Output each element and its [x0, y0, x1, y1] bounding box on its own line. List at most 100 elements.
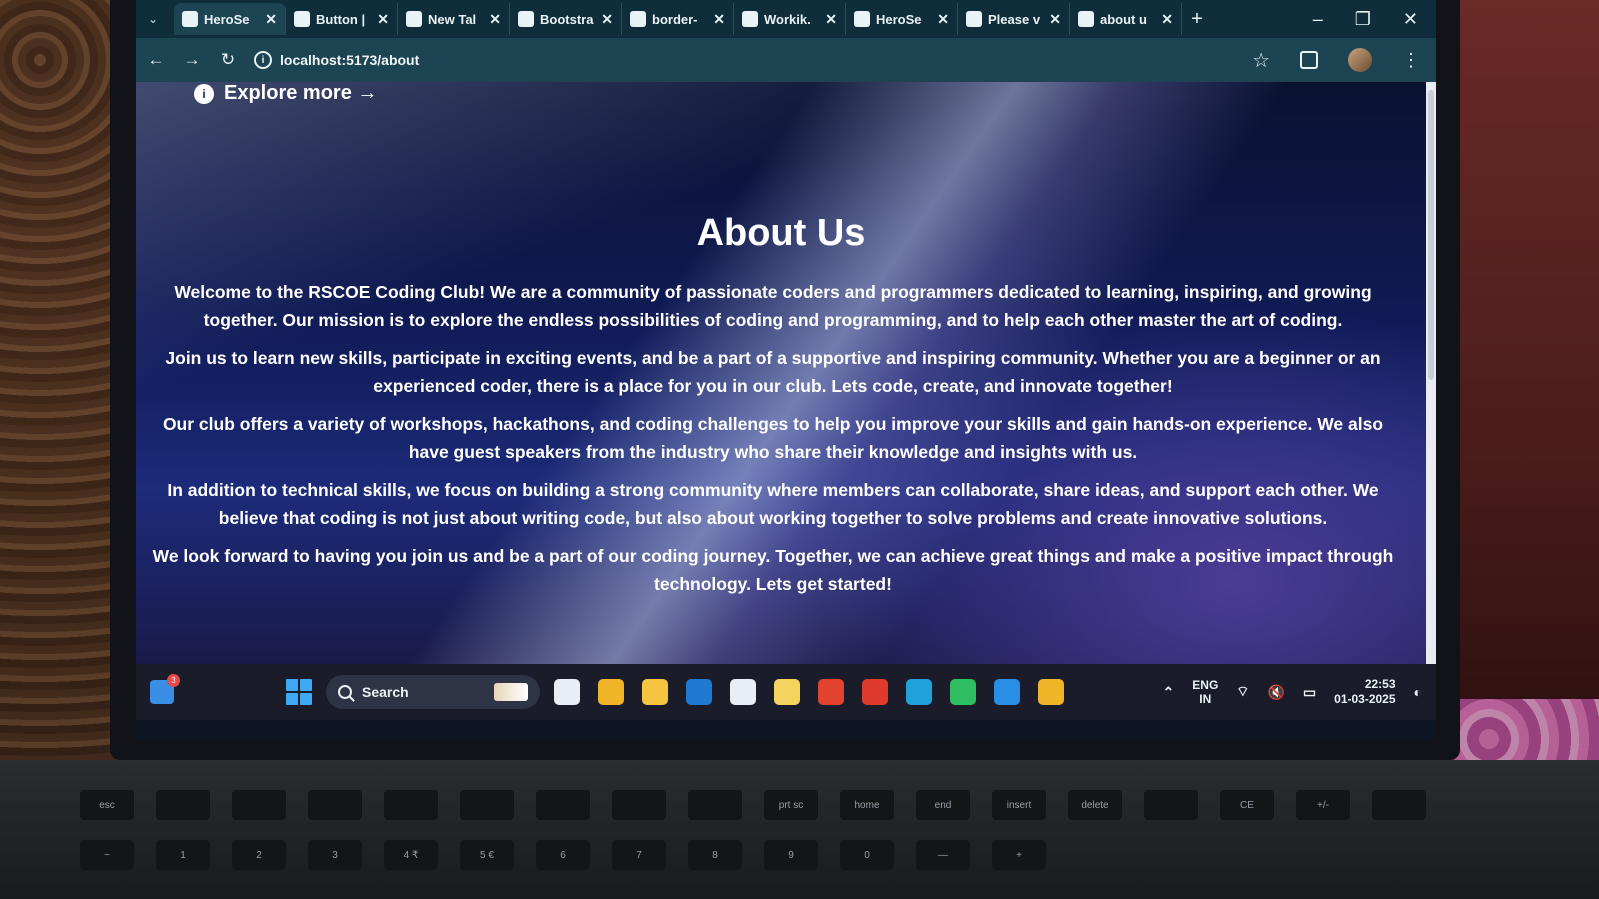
- about-paragraph: Our club offers a variety of workshops, …: [162, 414, 1384, 462]
- store-icon[interactable]: [730, 679, 756, 705]
- keyboard-key: —: [916, 840, 970, 870]
- scrollbar-thumb[interactable]: [1428, 90, 1434, 380]
- tab-close-icon[interactable]: ✕: [1049, 11, 1061, 28]
- edge-icon[interactable]: [906, 679, 932, 705]
- keyboard-key: 2: [232, 840, 286, 870]
- tab-close-icon[interactable]: ✕: [713, 11, 725, 28]
- sticky-notes-icon[interactable]: [774, 679, 800, 705]
- keyboard-key: [536, 790, 590, 820]
- vscode-icon[interactable]: [994, 679, 1020, 705]
- widgets-badge: 3: [167, 674, 180, 687]
- keyboard-key: 0: [840, 840, 894, 870]
- chatgpt-icon: [406, 11, 422, 27]
- browser-tab[interactable]: Bootstra ✕: [510, 3, 622, 35]
- mute-icon[interactable]: 🔇: [1267, 684, 1284, 701]
- browser-tab[interactable]: New Tal ✕: [398, 3, 510, 35]
- explore-more-link[interactable]: i Explore more →: [194, 82, 377, 105]
- close-window-icon[interactable]: ✕: [1403, 9, 1418, 30]
- clock-date: 01-03-2025: [1334, 692, 1396, 706]
- chrome-icon[interactable]: [598, 679, 624, 705]
- whatsapp-icon[interactable]: [950, 679, 976, 705]
- tab-close-icon[interactable]: ✕: [1161, 11, 1173, 28]
- page-viewport: i Explore more → About Us Welcome to the…: [136, 82, 1426, 664]
- bookmark-star-icon[interactable]: ☆: [1252, 48, 1270, 73]
- extensions-icon[interactable]: [1300, 51, 1318, 69]
- keyboard-key: [1144, 790, 1198, 820]
- chatgpt-icon: [1078, 11, 1094, 27]
- keyboard-key: prt sc: [764, 790, 818, 820]
- youtube-icon[interactable]: [862, 679, 888, 705]
- new-tab-button[interactable]: +: [1182, 8, 1212, 31]
- reload-icon[interactable]: ↻: [218, 50, 238, 70]
- page-scrollbar[interactable]: [1426, 82, 1436, 664]
- keyboard-key: [232, 790, 286, 820]
- keyboard-key: 7: [612, 840, 666, 870]
- browser-tab[interactable]: HeroSe ✕: [174, 3, 286, 35]
- chrome-profile-icon[interactable]: [1038, 679, 1064, 705]
- notifications-icon[interactable]: ◐: [1414, 684, 1422, 700]
- tab-title: Bootstra: [540, 11, 594, 27]
- back-icon[interactable]: ←: [146, 50, 166, 70]
- browser-tab[interactable]: HeroSe ✕: [846, 3, 958, 35]
- forward-icon[interactable]: →: [182, 50, 202, 70]
- tab-close-icon[interactable]: ✕: [377, 11, 389, 28]
- clock[interactable]: 22:53 01-03-2025: [1334, 677, 1395, 707]
- tab-close-icon[interactable]: ✕: [265, 11, 277, 28]
- keyboard-key: [384, 790, 438, 820]
- keyboard-key: ~: [80, 840, 134, 870]
- address-text[interactable]: localhost:5173/about: [280, 52, 419, 68]
- language-label: ENG: [1192, 678, 1219, 692]
- task-view-icon[interactable]: [554, 679, 580, 705]
- keyboard-key: end: [916, 790, 970, 820]
- number-key-row: ~1 2 3 4 ₹ 5 € 6 7 8 9 0 — +: [80, 840, 1520, 870]
- tab-close-icon[interactable]: ✕: [489, 11, 501, 28]
- file-explorer-icon[interactable]: [642, 679, 668, 705]
- system-tray: ⌃ ENG IN ⌔ 🔇 ▭ 22:53 01-03-2025 ◐: [1163, 677, 1422, 707]
- tab-title: Workik.: [764, 11, 811, 27]
- tab-list: HeroSe ✕ Button | ✕ New Tal ✕ Bootstra ✕ border-…: [174, 3, 1182, 35]
- toolbar-actions: ☆ ⋮: [1252, 48, 1426, 73]
- address-bar[interactable]: i localhost:5173/about: [254, 51, 419, 69]
- clock-time: 22:53: [1364, 677, 1396, 691]
- tab-close-icon[interactable]: ✕: [937, 11, 949, 28]
- restore-icon[interactable]: ❐: [1355, 9, 1371, 30]
- search-label: Search: [362, 684, 409, 700]
- tab-close-icon[interactable]: ✕: [601, 11, 613, 28]
- minimize-icon[interactable]: –: [1313, 9, 1323, 30]
- tailwind-icon: [630, 11, 646, 27]
- function-key-row: esc prt sc home end insert delete CE +/-: [80, 790, 1520, 820]
- keyboard-key: 9: [764, 840, 818, 870]
- language-indicator[interactable]: ENG IN: [1192, 678, 1218, 706]
- widgets-icon[interactable]: 3: [150, 674, 180, 704]
- profile-avatar[interactable]: [1348, 48, 1372, 72]
- browser-tab[interactable]: Please v ✕: [958, 3, 1070, 35]
- keyboard-key: 6: [536, 840, 590, 870]
- browser-tab[interactable]: about u ✕: [1070, 3, 1182, 35]
- tab-close-icon[interactable]: ✕: [825, 11, 837, 28]
- office-icon[interactable]: [818, 679, 844, 705]
- tab-search-dropdown-icon[interactable]: ⌄: [140, 6, 166, 32]
- workik-icon: [742, 11, 758, 27]
- browser-tab[interactable]: Button | ✕: [286, 3, 398, 35]
- keyboard-key: [460, 790, 514, 820]
- site-info-icon[interactable]: i: [254, 51, 272, 69]
- keyboard-key: 4 ₹: [384, 840, 438, 870]
- tab-title: Button |: [316, 11, 366, 27]
- tab-title: HeroSe: [204, 11, 250, 27]
- outlook-icon[interactable]: [686, 679, 712, 705]
- battery-icon[interactable]: ▭: [1303, 684, 1316, 701]
- browser-tabstrip: ⌄ HeroSe ✕ Button | ✕ New Tal ✕ Bootstra ✕ borde…: [136, 0, 1436, 38]
- keyboard-key: 8: [688, 840, 742, 870]
- tab-title: HeroSe: [876, 11, 922, 27]
- browser-menu-icon[interactable]: ⋮: [1402, 50, 1420, 71]
- chevron-up-icon[interactable]: ⌃: [1163, 684, 1175, 701]
- heroseo-icon: [182, 11, 198, 27]
- keyboard-key: 1: [156, 840, 210, 870]
- browser-tab[interactable]: border- ✕: [622, 3, 734, 35]
- taskbar-search[interactable]: Search: [326, 675, 540, 709]
- keyboard-key: 5 €: [460, 840, 514, 870]
- start-button[interactable]: [286, 679, 312, 705]
- browser-tab[interactable]: Workik. ✕: [734, 3, 846, 35]
- wifi-icon[interactable]: ⌔: [1236, 683, 1249, 701]
- about-paragraph: We look forward to having you join us an…: [152, 546, 1394, 594]
